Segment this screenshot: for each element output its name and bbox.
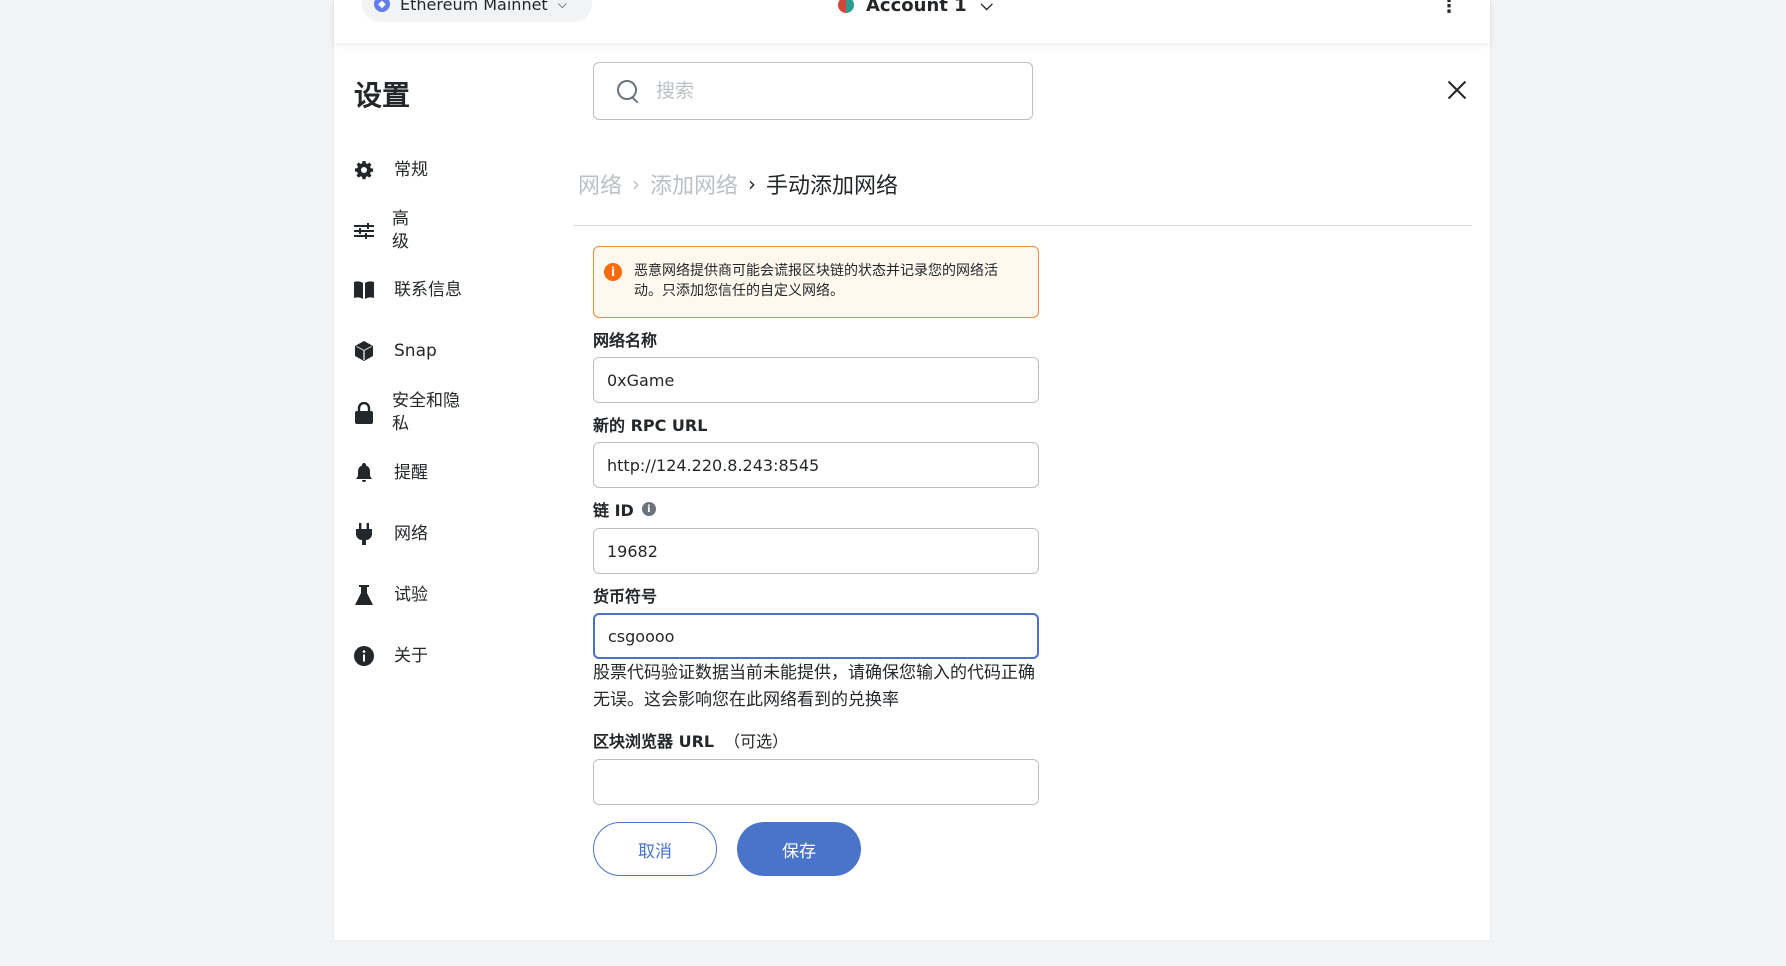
- app-header: ◆ Ethereum Mainnet ⌵ Account 1 ⌵ ⋮: [334, 0, 1490, 43]
- breadcrumb-current: 手动添加网络: [766, 174, 899, 199]
- network-name-input[interactable]: [593, 357, 1039, 403]
- sidebar-item-label: 联系信息: [394, 279, 462, 300]
- chevron-down-icon: ⌵: [557, 0, 567, 11]
- currency-symbol-label: 货币符号: [593, 587, 658, 606]
- page-title: 设置: [354, 79, 411, 112]
- cube-icon: [352, 339, 376, 363]
- account-selector[interactable]: Account 1 ⌵: [838, 0, 993, 20]
- gear-icon: [352, 158, 376, 182]
- sidebar-item-alerts[interactable]: 提醒: [352, 461, 428, 485]
- explorer-url-input[interactable]: [593, 759, 1039, 805]
- warning-info-icon: i: [604, 263, 622, 281]
- sidebar-item-contacts[interactable]: 联系信息: [352, 278, 462, 302]
- save-button[interactable]: 保存: [737, 822, 861, 876]
- account-label: Account 1: [866, 0, 967, 16]
- close-icon[interactable]: [1444, 78, 1470, 104]
- network-name-label: 网络名称: [593, 331, 658, 350]
- lock-icon: [352, 401, 376, 425]
- search-input[interactable]: [656, 80, 1016, 102]
- info-icon: [352, 644, 376, 668]
- divider: [574, 225, 1472, 226]
- chain-id-input[interactable]: [593, 528, 1039, 574]
- plug-icon: [352, 522, 376, 546]
- explorer-url-label-row: 区块浏览器 URL （可选）: [593, 728, 788, 752]
- sidebar-item-networks[interactable]: 网络: [352, 522, 428, 546]
- chain-id-label: 链 ID: [593, 501, 634, 520]
- warning-banner: i 恶意网络提供商可能会谎报区块链的状态并记录您的网络活动。只添加您信任的自定义…: [593, 246, 1039, 318]
- search-box[interactable]: [593, 62, 1033, 120]
- book-icon: [352, 278, 376, 302]
- sliders-icon: [352, 219, 376, 243]
- sidebar-item-label: 网络: [394, 523, 428, 544]
- sidebar-item-security[interactable]: 安全和隐 私: [352, 390, 460, 436]
- currency-symbol-helper: 股票代码验证数据当前未能提供，请确保您输入的代码正确无误。这会影响您在此网络看到…: [593, 663, 1035, 710]
- breadcrumb-networks[interactable]: 网络: [578, 168, 622, 200]
- chevron-down-icon: ⌵: [980, 0, 993, 14]
- sidebar-item-experimental[interactable]: 试验: [352, 583, 428, 607]
- rpc-url-input[interactable]: [593, 442, 1039, 488]
- info-icon[interactable]: i: [641, 502, 656, 516]
- eth-icon: ◆: [374, 0, 390, 12]
- cancel-button[interactable]: 取消: [593, 822, 717, 876]
- rpc-url-label: 新的 RPC URL: [593, 416, 708, 435]
- sidebar-item-label: 高 级: [392, 209, 409, 252]
- settings-panel: ◆ Ethereum Mainnet ⌵ Account 1 ⌵ ⋮ 设置 常规…: [334, 0, 1490, 940]
- explorer-url-label: 区块浏览器 URL: [593, 732, 715, 751]
- kebab-menu-icon[interactable]: ⋮: [1440, 0, 1458, 17]
- sidebar-item-label: Snap: [394, 340, 437, 361]
- warning-text: 恶意网络提供商可能会谎报区块链的状态并记录您的网络活动。只添加您信任的自定义网络…: [634, 263, 998, 299]
- bell-icon: [352, 461, 376, 485]
- sidebar-item-about[interactable]: 关于: [352, 644, 428, 668]
- search-icon: [616, 79, 640, 103]
- network-label: Ethereum Mainnet: [400, 0, 548, 14]
- account-avatar: [838, 0, 854, 13]
- currency-symbol-input[interactable]: [593, 613, 1039, 659]
- sidebar-item-label: 试验: [394, 584, 428, 605]
- sidebar-item-snaps[interactable]: Snap: [352, 339, 437, 363]
- sidebar-item-label: 提醒: [394, 462, 428, 483]
- network-selector[interactable]: ◆ Ethereum Mainnet ⌵: [362, 0, 592, 22]
- breadcrumb-add-network[interactable]: 添加网络: [650, 168, 738, 200]
- flask-icon: [352, 583, 376, 607]
- sidebar-item-label: 安全和隐 私: [392, 391, 460, 434]
- sidebar-item-general[interactable]: 常规: [352, 158, 428, 182]
- breadcrumb-separator: ›: [748, 172, 757, 196]
- breadcrumb: 网络 › 添加网络 › 手动添加网络: [578, 168, 898, 200]
- sidebar-item-advanced[interactable]: 高 级: [352, 208, 409, 254]
- chain-id-label-row: 链 ID i: [593, 497, 656, 521]
- sidebar-item-label: 关于: [394, 645, 428, 666]
- optional-label: （可选）: [724, 732, 789, 751]
- breadcrumb-separator: ›: [632, 172, 641, 196]
- sidebar-item-label: 常规: [394, 159, 428, 180]
